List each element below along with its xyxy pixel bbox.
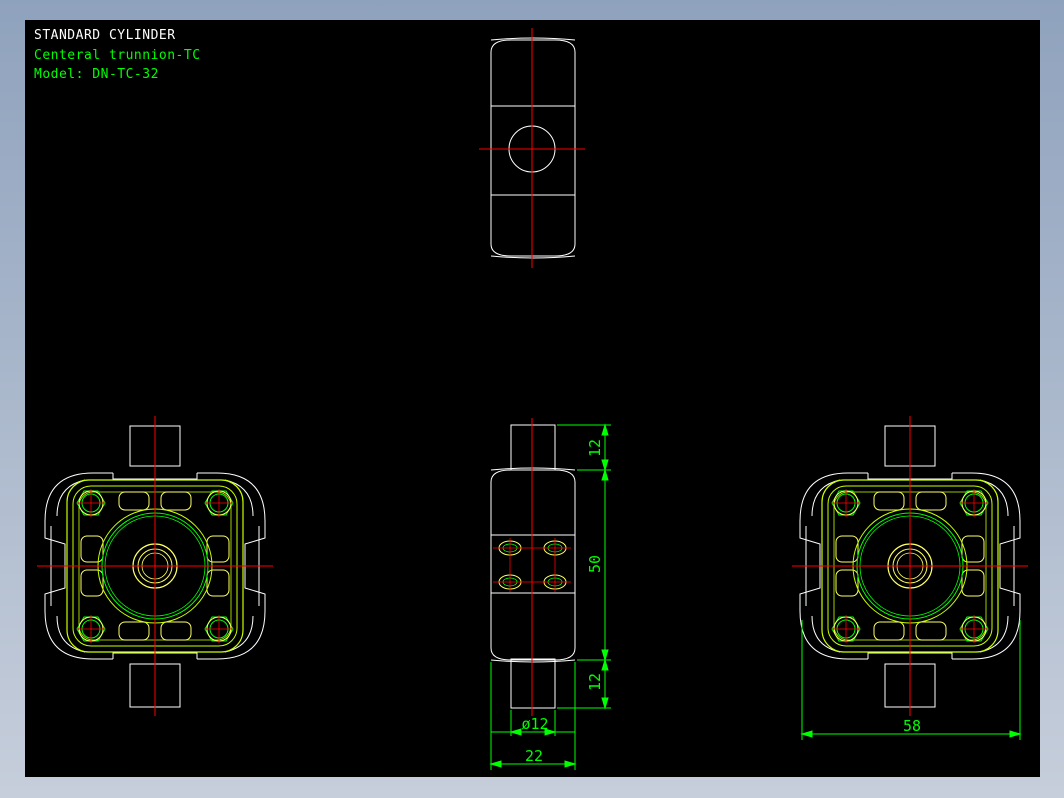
dim-upper-pin-length: 12 <box>586 439 604 457</box>
drawing-canvas: STANDARD CYLINDER Centeral trunnion-TC M… <box>25 20 1040 777</box>
dim-pin-diameter: ø12 <box>521 715 548 733</box>
dim-body-length: 50 <box>586 555 604 573</box>
left-end-view <box>36 415 274 717</box>
dimensions <box>489 423 1022 770</box>
dim-flange-width: 58 <box>903 717 921 735</box>
front-view <box>490 418 576 716</box>
right-end-view <box>791 415 1029 717</box>
dim-lower-pin-length: 12 <box>586 673 604 691</box>
dim-trunnion-width: 22 <box>525 747 543 765</box>
cad-drawing: 12 50 12 ø12 22 58 <box>36 28 1029 770</box>
top-view <box>479 28 585 268</box>
